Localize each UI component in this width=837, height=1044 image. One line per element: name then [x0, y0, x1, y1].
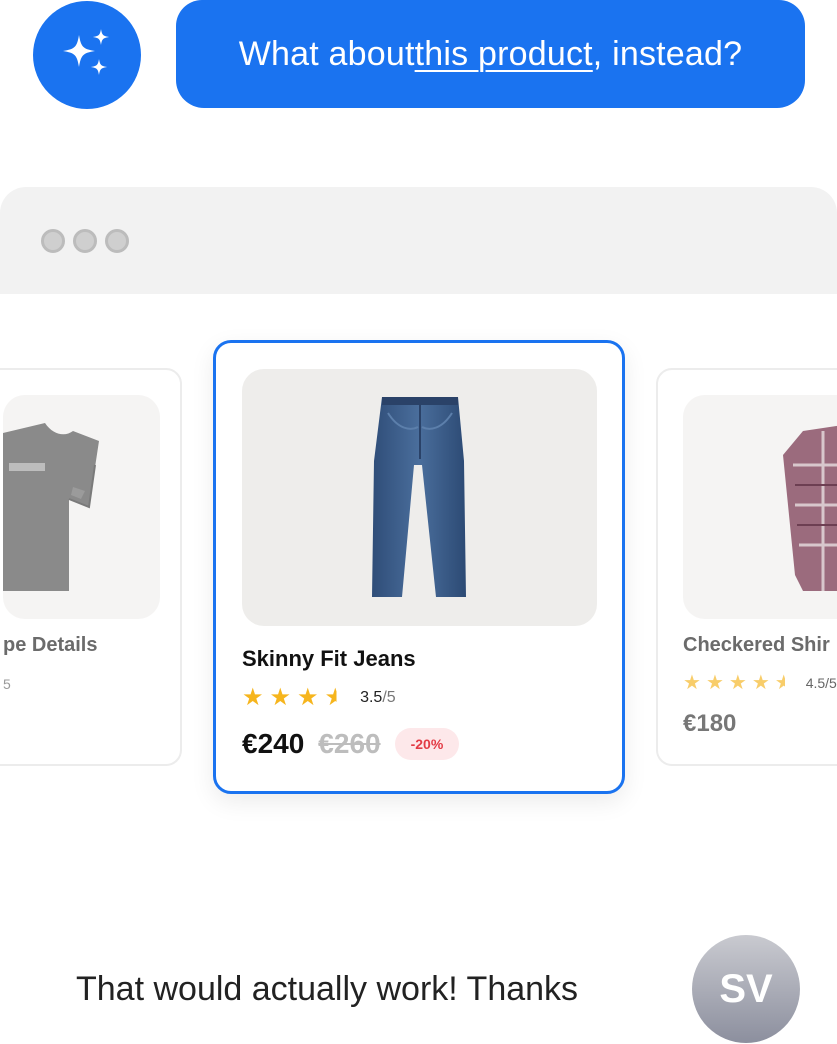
star-icon: ★	[728, 672, 747, 694]
assistant-message-bubble: What about this product , instead?	[176, 0, 805, 108]
product-image	[683, 395, 837, 619]
assistant-avatar	[33, 1, 141, 109]
product-card-selected[interactable]: Skinny Fit Jeans ★ ★ ★ ★ 3.5/5 €240 €260…	[213, 340, 625, 794]
half-star-icon: ★	[774, 672, 793, 694]
star-icon: ★	[242, 684, 264, 711]
product-link[interactable]: this product	[415, 35, 593, 74]
sparkles-icon	[63, 29, 109, 75]
star-icon: ★	[297, 684, 319, 711]
window-control-dot[interactable]	[73, 229, 97, 253]
user-message-text: That would actually work! Thanks	[76, 970, 579, 1008]
product-rating: ★ ★ ★ ★ 3.5/5	[242, 686, 396, 710]
product-image	[3, 395, 160, 619]
current-price: €180	[683, 710, 737, 737]
product-card-right[interactable]: Checkered Shir ★ ★ ★ ★ ★ 4.5/5 €180	[656, 368, 837, 766]
product-image	[242, 369, 597, 626]
star-icon: ★	[269, 684, 292, 711]
browser-window-header	[0, 187, 837, 294]
discount-badge: -20%	[394, 728, 460, 760]
rating-value: 3.5/5	[360, 689, 396, 706]
star-icon: ★	[683, 672, 701, 694]
current-price: €240	[242, 728, 305, 759]
assistant-message-text-end: , instead?	[592, 34, 743, 73]
star-icon: ★	[751, 672, 770, 694]
product-title: Checkered Shir	[683, 634, 830, 656]
product-card-left[interactable]: pe Details 5	[0, 368, 182, 766]
product-rating: ★ ★ ★ ★ ★ 4.5/5	[683, 673, 837, 693]
rating-value: 4.5/5	[805, 675, 837, 691]
half-star-icon: ★	[324, 684, 347, 711]
original-price: €260	[318, 728, 381, 759]
product-rating-text: 5	[3, 676, 11, 692]
jeans-image	[372, 397, 466, 597]
window-control-dot[interactable]	[41, 229, 65, 253]
star-icon: ★	[705, 672, 724, 694]
tshirt-image	[3, 423, 99, 591]
price-row: €240 €260 -20%	[242, 728, 460, 760]
window-control-dot[interactable]	[105, 229, 129, 253]
window-controls	[41, 229, 129, 253]
plaid-shirt-image	[783, 425, 837, 591]
user-avatar: SV	[692, 935, 800, 1043]
assistant-message-text: What about	[238, 34, 415, 73]
product-title: pe Details	[3, 634, 98, 656]
product-title: Skinny Fit Jeans	[242, 646, 416, 671]
